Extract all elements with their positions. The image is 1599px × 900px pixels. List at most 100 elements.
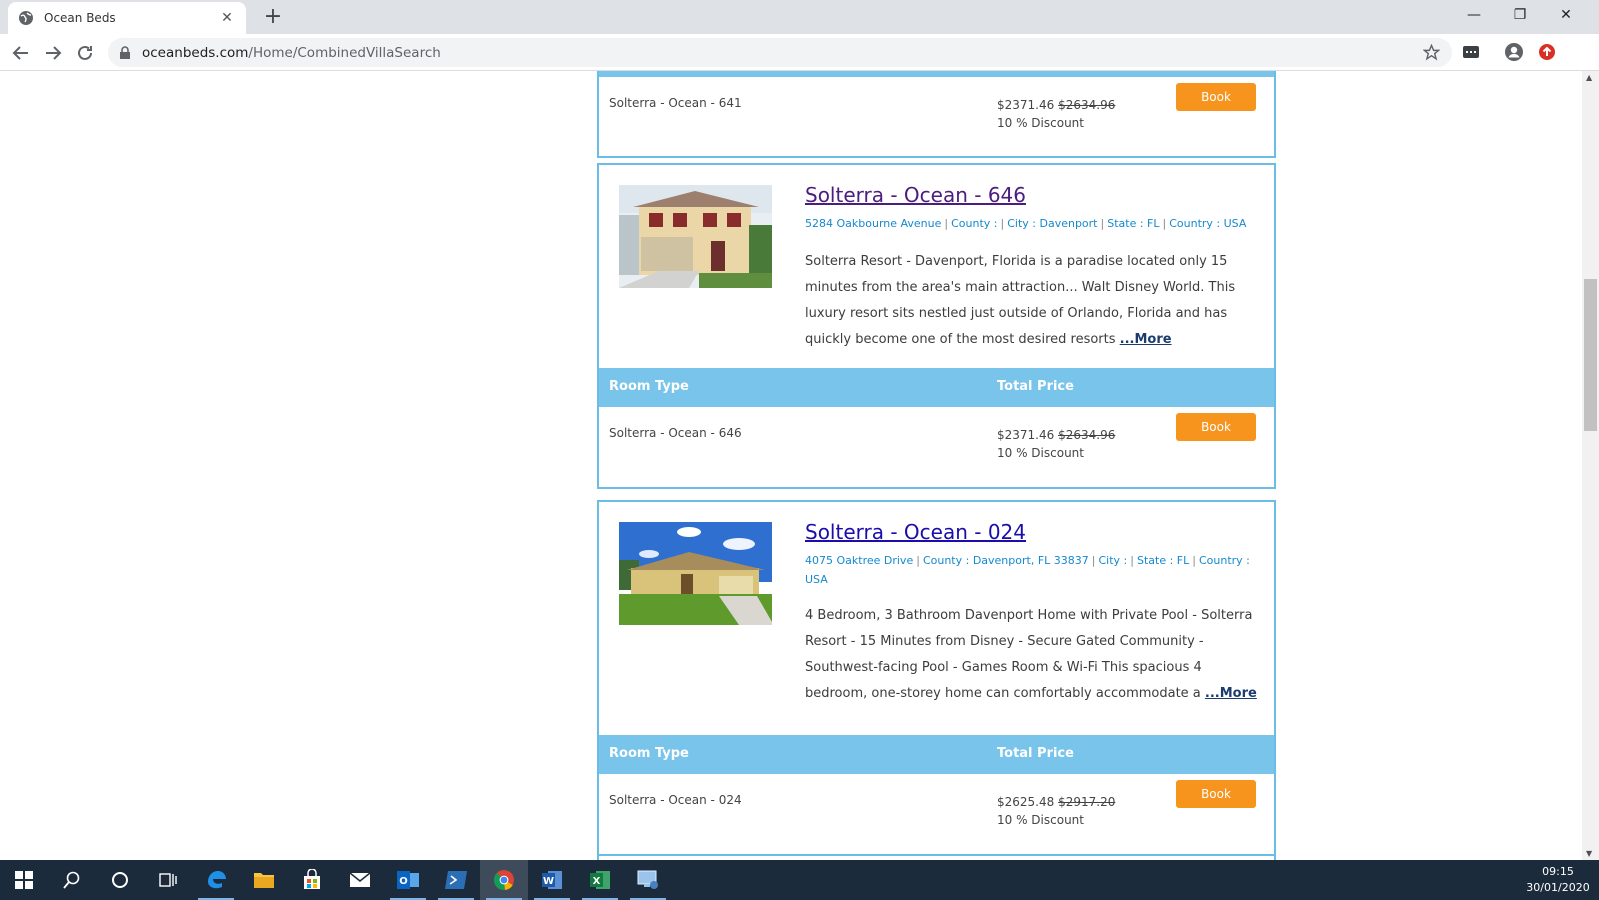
discounted-price: $2371.46	[997, 428, 1055, 442]
edge-icon[interactable]	[192, 860, 240, 900]
villa-title-link[interactable]: Solterra - Ocean - 024	[805, 520, 1026, 544]
discount-label: 10 % Discount	[997, 446, 1084, 460]
state: State : FL	[1136, 554, 1190, 567]
more-link[interactable]: ...More	[1205, 686, 1257, 701]
table-row: Solterra - Ocean - 641 $2371.46 $2634.96…	[599, 77, 1274, 155]
windows-taskbar: O W X 09:15 30/01/2020	[0, 860, 1599, 900]
street-address: 5284 Oakbourne Avenue	[805, 217, 942, 230]
price-table-header: Room Type Total Price	[599, 368, 1274, 407]
back-arrow-icon	[12, 46, 28, 60]
update-alert-icon[interactable]	[1536, 41, 1558, 63]
tab-strip: Ocean Beds ✕ + — ❐ ✕	[0, 0, 1599, 34]
discounted-price: $2625.48	[997, 795, 1055, 809]
villa-photo[interactable]	[619, 522, 772, 625]
word-icon[interactable]: W	[528, 860, 576, 900]
county: County : Davenport, FL 33837	[922, 554, 1089, 567]
restore-button[interactable]: ❐	[1497, 0, 1543, 30]
villa-card-646: Solterra - Ocean - 646 5284 Oakbourne Av…	[597, 163, 1276, 489]
remote-desktop-icon[interactable]	[624, 860, 672, 900]
store-icon[interactable]	[288, 860, 336, 900]
svg-text:O: O	[399, 876, 408, 887]
page-scrollbar[interactable]: ▲ ▼	[1582, 71, 1599, 860]
table-row: Solterra - Ocean - 024 $2625.48 $2917.20…	[599, 774, 1274, 852]
original-price: $2634.96	[1058, 98, 1116, 112]
browser-toolbar: oceanbeds.com/Home/CombinedVillaSearch	[0, 34, 1599, 71]
excel-icon[interactable]: X	[576, 860, 624, 900]
svg-text:X: X	[593, 876, 601, 887]
villa-address: 4075 Oaktree Drive | County : Davenport, F…	[805, 554, 1250, 586]
book-button[interactable]: Book	[1176, 413, 1256, 441]
total-price-header: Total Price	[997, 379, 1074, 394]
room-type-value: Solterra - Ocean - 646	[609, 426, 742, 440]
more-link[interactable]: ...More	[1120, 332, 1172, 347]
room-type-value: Solterra - Ocean - 024	[609, 793, 742, 807]
url-text: oceanbeds.com/Home/CombinedVillaSearch	[142, 45, 441, 61]
forward-arrow-icon	[46, 46, 62, 60]
villa-card-024: Solterra - Ocean - 024 4075 Oaktree Driv…	[597, 500, 1276, 856]
book-button[interactable]: Book	[1176, 780, 1256, 808]
discount-label: 10 % Discount	[997, 116, 1084, 130]
powershell-icon[interactable]	[432, 860, 480, 900]
chrome-icon[interactable]	[480, 860, 528, 900]
villa-card-641: Solterra - Ocean - 641 $2371.46 $2634.96…	[597, 71, 1276, 158]
book-button[interactable]: Book	[1176, 83, 1256, 111]
extension-icon[interactable]	[1460, 41, 1482, 63]
clock-time: 09:15	[1542, 865, 1574, 878]
room-type-header: Room Type	[609, 746, 689, 761]
search-icon[interactable]	[48, 860, 96, 900]
price-table-header: Room Type Total Price	[599, 735, 1274, 774]
country: Country : USA	[1169, 217, 1247, 230]
scroll-down-icon[interactable]: ▼	[1586, 849, 1592, 858]
outlook-icon[interactable]: O	[384, 860, 432, 900]
villa-photo[interactable]	[619, 185, 772, 288]
city: City :	[1098, 554, 1128, 567]
villa-description: 4 Bedroom, 3 Bathroom Davenport Home wit…	[805, 603, 1261, 707]
close-tab-icon[interactable]: ✕	[218, 10, 236, 26]
task-view-icon[interactable]	[144, 860, 192, 900]
villa-description: Solterra Resort - Davenport, Florida is …	[805, 249, 1261, 353]
globe-icon	[19, 11, 33, 25]
file-explorer-icon[interactable]	[240, 860, 288, 900]
discount-label: 10 % Discount	[997, 813, 1084, 827]
tab-ocean-beds[interactable]: Ocean Beds ✕	[8, 2, 246, 34]
url-path: /Home/CombinedVillaSearch	[248, 44, 441, 61]
county: County :	[951, 217, 998, 230]
original-price: $2917.20	[1058, 795, 1116, 809]
discounted-price: $2371.46	[997, 98, 1055, 112]
tab-title: Ocean Beds	[44, 11, 116, 25]
mail-icon[interactable]	[336, 860, 384, 900]
reload-icon	[78, 45, 92, 60]
total-price-value: $2371.46 $2634.96 10 % Discount	[997, 426, 1115, 462]
close-window-button[interactable]: ✕	[1543, 0, 1589, 30]
forward-button[interactable]	[40, 40, 66, 66]
city: City : Davenport	[1007, 217, 1098, 230]
total-price-header: Total Price	[997, 746, 1074, 761]
description-text: 4 Bedroom, 3 Bathroom Davenport Home wit…	[805, 608, 1253, 701]
minimize-button[interactable]: —	[1451, 0, 1497, 30]
reload-button[interactable]	[72, 40, 98, 66]
street-address: 4075 Oaktree Drive	[805, 554, 914, 567]
address-bar[interactable]: oceanbeds.com/Home/CombinedVillaSearch	[108, 38, 1452, 67]
bookmark-star-icon[interactable]	[1423, 44, 1440, 61]
room-type-header: Room Type	[609, 379, 689, 394]
scroll-up-icon[interactable]: ▲	[1586, 73, 1592, 82]
scrollbar-thumb[interactable]	[1584, 279, 1597, 431]
svg-text:W: W	[543, 876, 554, 887]
system-clock[interactable]: 09:15 30/01/2020	[1523, 864, 1593, 896]
url-host: oceanbeds.com	[142, 44, 249, 61]
total-price-value: $2371.46 $2634.96 10 % Discount	[997, 96, 1115, 132]
clock-date: 30/01/2020	[1526, 881, 1590, 894]
villa-title-link[interactable]: Solterra - Ocean - 646	[805, 183, 1026, 207]
new-tab-button[interactable]: +	[260, 4, 286, 30]
cortana-icon[interactable]	[96, 860, 144, 900]
villa-address: 5284 Oakbourne Avenue | County : | City : Da…	[805, 217, 1247, 230]
room-type-value: Solterra - Ocean - 641	[609, 96, 742, 110]
table-row: Solterra - Ocean - 646 $2371.46 $2634.96…	[599, 407, 1274, 485]
total-price-value: $2625.48 $2917.20 10 % Discount	[997, 793, 1115, 829]
state: State : FL	[1107, 217, 1160, 230]
start-icon[interactable]	[0, 860, 48, 900]
profile-avatar-icon[interactable]	[1503, 41, 1525, 63]
original-price: $2634.96	[1058, 428, 1116, 442]
back-button[interactable]	[8, 40, 34, 66]
lock-icon	[120, 45, 130, 59]
